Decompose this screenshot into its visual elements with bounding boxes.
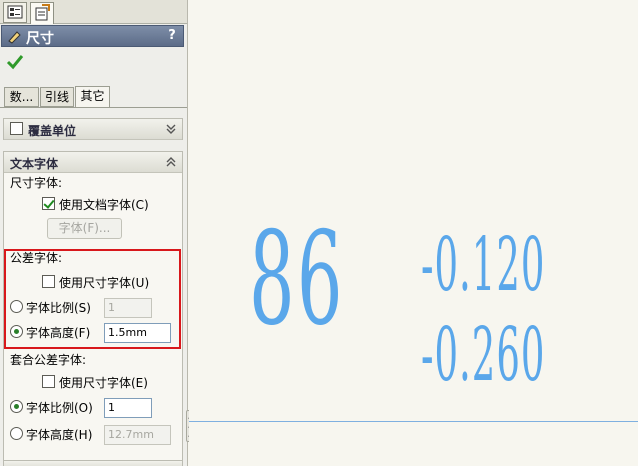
override-units-title: 覆盖单位 [28,124,77,138]
tab-numbers[interactable]: 数... [4,87,39,107]
dimension-extension-line [189,421,638,422]
tolerance-font-highlight [4,249,181,349]
upper-tolerance[interactable]: -0.120 [421,222,545,308]
fit-font-height-label: 字体高度(H) [26,428,93,442]
tab-divider [0,107,187,108]
text-font-header[interactable]: 文本字体 [4,152,182,173]
dimension-font-label: 尺寸字体: [10,176,63,190]
use-document-font-checkbox[interactable] [42,197,55,210]
lower-tolerance[interactable]: -0.260 [421,312,545,398]
fit-use-dim-font-label: 使用尺寸字体(E) [59,376,148,390]
override-units-group: 覆盖单位 [3,118,183,140]
property-manager-panel: 尺寸 ? 数... 引线 其它 覆盖单位 文本字体 尺寸字体: 使用文档字体(C… [0,0,188,466]
panel-tab-strip [0,0,187,24]
feature-tree-icon [7,5,23,19]
feature-tree-tab[interactable] [3,2,27,23]
expand-icon[interactable] [164,122,178,136]
property-manager-icon [35,4,50,21]
graphics-viewport[interactable]: 86 -0.120 -0.260 [189,0,638,466]
override-units-header[interactable]: 覆盖单位 [4,119,182,140]
fit-use-dim-font-checkbox[interactable] [42,375,55,388]
use-document-font-label: 使用文档字体(C) [59,198,149,212]
property-manager-tab[interactable] [30,2,54,24]
fit-font-height-radio[interactable] [10,427,23,440]
font-button[interactable]: 字体(F)... [47,218,122,239]
fit-font-scale-input[interactable]: 1 [104,398,152,418]
property-title-bar: 尺寸 ? [1,25,184,47]
text-font-title: 文本字体 [10,157,59,171]
override-units-checkbox[interactable] [10,122,23,135]
fit-tolerance-font-label: 套合公差字体: [10,353,87,367]
dimension-icon [8,31,21,44]
dimension-value[interactable]: 86 [249,205,345,354]
collapse-icon[interactable] [164,155,178,169]
tab-other[interactable]: 其它 [75,86,110,108]
ok-button[interactable] [6,54,24,73]
fit-font-scale-radio[interactable] [10,400,23,413]
next-group-header[interactable] [3,460,183,466]
fit-font-scale-label: 字体比例(O) [26,401,93,415]
page-title: 尺寸 [26,31,54,47]
help-button[interactable]: ? [165,29,179,43]
ok-checkmark-icon [6,55,24,70]
fit-font-height-input[interactable]: 12.7mm [104,425,171,445]
tab-leaders[interactable]: 引线 [40,87,74,107]
